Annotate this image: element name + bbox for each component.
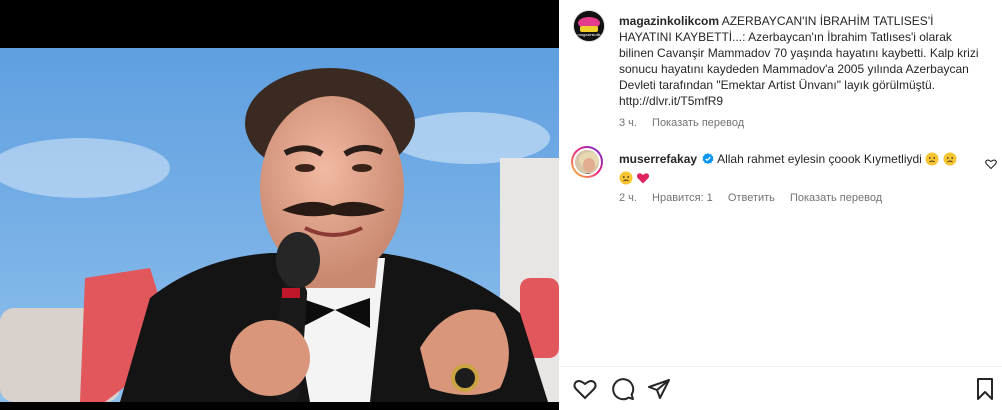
like-comment-heart-icon[interactable] bbox=[985, 157, 997, 175]
post-photo[interactable] bbox=[0, 48, 559, 402]
verified-badge-icon bbox=[702, 153, 714, 169]
paper-plane-icon[interactable] bbox=[647, 377, 671, 406]
heart-icon[interactable] bbox=[573, 377, 597, 406]
comment-meta: 2 ч. Нравится: 1 Ответить Показать перев… bbox=[619, 192, 894, 204]
red-heart-emoji-icon bbox=[636, 171, 650, 189]
comment-translate-button[interactable]: Показать перевод bbox=[790, 192, 882, 204]
avatar-logo-text: magazinkolik bbox=[577, 32, 600, 37]
caption-time[interactable]: 3 ч. bbox=[619, 117, 637, 129]
sad-face-emoji-icon bbox=[943, 152, 957, 170]
comment-time[interactable]: 2 ч. bbox=[619, 192, 637, 204]
post-caption: magazinkolikcom AZERBAYCAN'IN İBRAHİM TA… bbox=[619, 13, 989, 109]
post-media[interactable] bbox=[0, 0, 559, 410]
commenter-avatar[interactable] bbox=[571, 146, 603, 178]
caption-meta: 3 ч. Показать перевод bbox=[619, 117, 756, 129]
caption-link[interactable]: http://dlvr.it/T5mfR9 bbox=[619, 94, 723, 108]
comment-icon[interactable] bbox=[611, 377, 635, 406]
post-panel: magazinkolik magazinkolikcom AZERBAYCAN'… bbox=[559, 0, 1002, 410]
post-author-avatar[interactable]: magazinkolik bbox=[573, 10, 605, 42]
comment-text: Allah rahmet eylesin çoook Kıymetliydi bbox=[717, 152, 922, 166]
caption-translate-button[interactable]: Показать перевод bbox=[652, 117, 744, 129]
post-action-bar bbox=[559, 366, 1002, 410]
post-author-username[interactable]: magazinkolikcom bbox=[619, 14, 719, 28]
comment-reply-button[interactable]: Ответить bbox=[728, 192, 775, 204]
comment-likes[interactable]: Нравится: 1 bbox=[652, 192, 713, 204]
comment: muserrefakay Allah rahmet eylesin çoook … bbox=[619, 151, 969, 189]
sad-face-emoji-icon bbox=[619, 171, 633, 189]
commenter-username[interactable]: muserrefakay bbox=[619, 152, 697, 166]
bookmark-icon[interactable] bbox=[974, 377, 996, 406]
sad-face-emoji-icon bbox=[925, 152, 939, 170]
